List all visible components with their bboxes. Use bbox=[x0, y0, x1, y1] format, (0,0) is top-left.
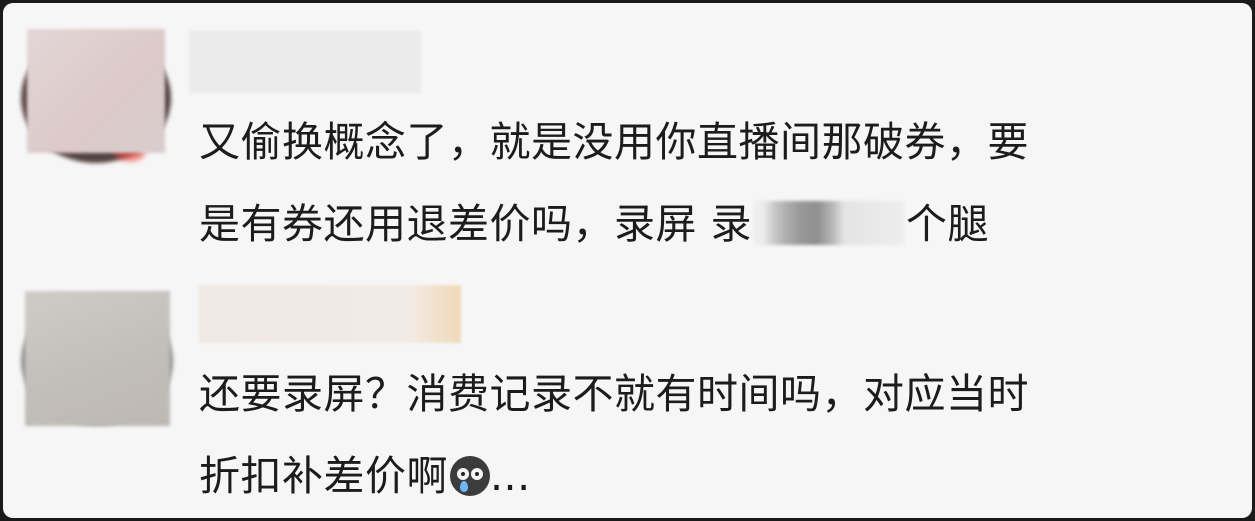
avatar[interactable] bbox=[25, 291, 170, 426]
crying-face-icon bbox=[450, 456, 490, 496]
comment-text: 又偷换概念了，就是没用你直播间那破券，要 是有券还用退差价吗，录屏 录 个腿 bbox=[199, 101, 1029, 265]
comment-text: 还要录屏？消费记录不就有时间吗，对应当时 折扣补差价啊... bbox=[199, 353, 1029, 517]
redacted-text bbox=[754, 201, 905, 245]
comment-text-fragment: 折扣补差价啊 bbox=[199, 452, 448, 500]
comment-text-line: 又偷换概念了，就是没用你直播间那破券，要 bbox=[199, 118, 1029, 166]
comment-text-fragment: 个腿 bbox=[906, 200, 990, 248]
comment-item: 又偷换概念了，就是没用你直播间那破券，要 是有券还用退差价吗，录屏 录 个腿 bbox=[3, 3, 1252, 273]
emoji-tear bbox=[460, 481, 468, 492]
comment-text-line: 折扣补差价啊... bbox=[199, 435, 1029, 517]
comment-text-line: 是有券还用退差价吗，录屏 录 个腿 bbox=[199, 183, 1029, 265]
username-redacted[interactable] bbox=[189, 31, 421, 93]
emoji-eye bbox=[469, 466, 485, 482]
comment-text-line: 还要录屏？消费记录不就有时间吗，对应当时 bbox=[199, 370, 1029, 418]
avatar[interactable] bbox=[27, 29, 165, 153]
comment-text-fragment: ... bbox=[490, 452, 531, 500]
username-redacted[interactable] bbox=[199, 285, 461, 343]
comment-thread: 又偷换概念了，就是没用你直播间那破券，要 是有券还用退差价吗，录屏 录 个腿 还要… bbox=[3, 3, 1252, 518]
comment-item: 还要录屏？消费记录不就有时间吗，对应当时 折扣补差价啊... bbox=[3, 273, 1252, 518]
comment-text-fragment: 是有券还用退差价吗，录屏 录 bbox=[199, 200, 753, 248]
